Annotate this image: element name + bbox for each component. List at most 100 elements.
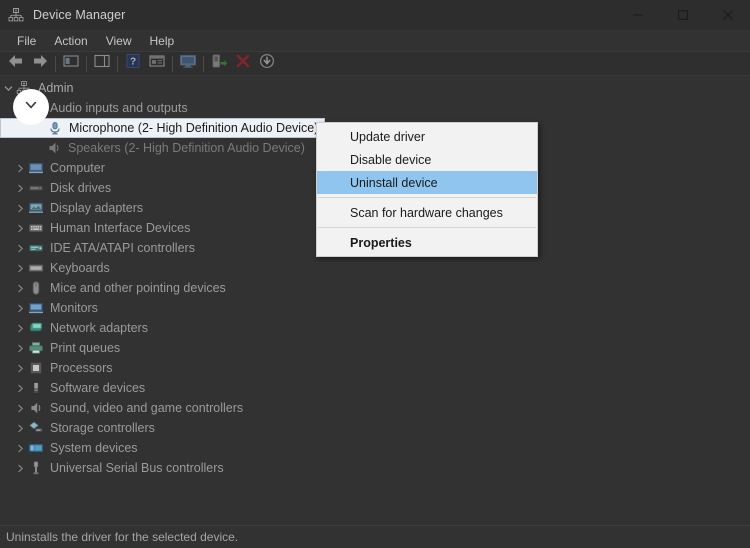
chevron-right-icon[interactable] <box>12 204 28 213</box>
scan-for-hardware-changes-button[interactable] <box>207 53 231 75</box>
tree-row-keyboards[interactable]: Keyboards <box>0 258 750 278</box>
tree-row-microphone[interactable]: Microphone (2- High Definition Audio Dev… <box>0 118 326 138</box>
properties-button[interactable] <box>145 53 169 75</box>
context-menu: Update driver Disable device Uninstall d… <box>316 122 538 257</box>
chevron-down-icon <box>23 97 39 118</box>
tree-label: Software devices <box>50 381 146 395</box>
toolbar-separator <box>203 55 204 72</box>
system-device-icon <box>28 440 44 456</box>
tree-label: Storage controllers <box>50 421 155 435</box>
menu-view[interactable]: View <box>97 32 141 50</box>
scan-hardware-icon <box>210 53 228 74</box>
processor-icon <box>28 360 44 376</box>
chevron-right-icon[interactable] <box>12 164 28 173</box>
device-manager-icon <box>8 7 24 23</box>
tree-row-universal-serial-bus-controllers[interactable]: Universal Serial Bus controllers <box>0 458 750 478</box>
show-hide-action-pane-button[interactable] <box>90 53 114 75</box>
tree-row-sound-video-and-game-controllers[interactable]: Sound, video and game controllers <box>0 398 750 418</box>
properties-window-icon <box>148 53 166 74</box>
toolbar-separator <box>117 55 118 72</box>
chevron-right-icon[interactable] <box>12 264 28 273</box>
chevron-right-icon[interactable] <box>12 364 28 373</box>
tree-label: Speakers (2- High Definition Audio Devic… <box>68 141 305 155</box>
title-bar: Device Manager <box>0 0 750 30</box>
ctx-update-driver[interactable]: Update driver <box>317 125 537 148</box>
uninstall-device-button[interactable] <box>231 53 255 75</box>
tree-row-network-adapters[interactable]: Network adapters <box>0 318 750 338</box>
tree-row-print-queues[interactable]: Print queues <box>0 338 750 358</box>
minimize-button[interactable] <box>615 0 660 30</box>
tree-row-system-devices[interactable]: System devices <box>0 438 750 458</box>
tree-label: Audio inputs and outputs <box>50 101 188 115</box>
close-button[interactable] <box>705 0 750 30</box>
tree-label: Display adapters <box>50 201 144 215</box>
tree-label: Processors <box>50 361 113 375</box>
hid-icon <box>28 220 44 236</box>
keyboard-icon <box>28 260 44 276</box>
monitor-icon <box>178 53 198 74</box>
tree-label: Universal Serial Bus controllers <box>50 461 224 475</box>
chevron-right-icon[interactable] <box>12 244 28 253</box>
tree-row-processors[interactable]: Processors <box>0 358 750 378</box>
show-hide-console-tree-button[interactable] <box>59 53 83 75</box>
ctx-scan-for-hardware-changes[interactable]: Scan for hardware changes <box>317 201 537 224</box>
update-driver-button[interactable] <box>176 53 200 75</box>
chevron-right-icon[interactable] <box>12 464 28 473</box>
chevron-right-icon[interactable] <box>12 404 28 413</box>
chevron-right-icon[interactable] <box>12 184 28 193</box>
tree-row-mice-and-other-pointing-devices[interactable]: Mice and other pointing devices <box>0 278 750 298</box>
chevron-right-icon[interactable] <box>12 384 28 393</box>
chevron-right-icon[interactable] <box>12 444 28 453</box>
back-button[interactable] <box>4 53 28 75</box>
ctx-disable-device[interactable]: Disable device <box>317 148 537 171</box>
monitor-icon <box>28 300 44 316</box>
chevron-right-icon[interactable] <box>12 304 28 313</box>
console-tree-icon <box>62 53 80 74</box>
menu-bar: File Action View Help <box>0 30 750 51</box>
red-x-icon <box>234 53 252 74</box>
disable-device-button[interactable] <box>255 53 279 75</box>
device-manager-window: Device Manager File Action View Help ? A… <box>0 0 750 548</box>
tree-row-storage-controllers[interactable]: Storage controllers <box>0 418 750 438</box>
tree-label: Keyboards <box>50 261 110 275</box>
network-adapter-icon <box>28 320 44 336</box>
chevron-right-icon[interactable] <box>12 424 28 433</box>
context-menu-separator <box>318 197 536 198</box>
window-controls <box>615 0 750 30</box>
storage-controller-icon <box>28 420 44 436</box>
tree-label: Network adapters <box>50 321 148 335</box>
toolbar-separator <box>55 55 56 72</box>
chevron-right-icon[interactable] <box>12 284 28 293</box>
chevron-right-icon[interactable] <box>12 344 28 353</box>
tree-label: System devices <box>50 441 138 455</box>
maximize-button[interactable] <box>660 0 705 30</box>
tree-row-monitors[interactable]: Monitors <box>0 298 750 318</box>
computer-icon <box>28 160 44 176</box>
forward-button[interactable] <box>28 53 52 75</box>
menu-action[interactable]: Action <box>45 32 96 50</box>
tree-row-audio-inputs-and-outputs[interactable]: Audio inputs and outputs <box>0 98 750 118</box>
tree-label: Microphone (2- High Definition Audio Dev… <box>69 121 319 135</box>
ctx-uninstall-device[interactable]: Uninstall device <box>317 171 537 194</box>
tree-label: Print queues <box>50 341 121 355</box>
down-arrow-circle-icon <box>258 53 276 74</box>
help-button[interactable]: ? <box>121 53 145 75</box>
window-title: Device Manager <box>33 8 126 22</box>
disk-drive-icon <box>28 180 44 196</box>
usb-controller-icon <box>28 460 44 476</box>
chevron-right-icon[interactable] <box>12 224 28 233</box>
cursor-highlight <box>13 89 49 125</box>
tree-label: Disk drives <box>50 181 112 195</box>
tree-row-admin[interactable]: Admin <box>0 78 750 98</box>
tree-label: Monitors <box>50 301 98 315</box>
tree-row-software-devices[interactable]: Software devices <box>0 378 750 398</box>
microphone-icon <box>47 120 63 136</box>
menu-file[interactable]: File <box>8 32 45 50</box>
chevron-down-icon[interactable] <box>0 84 16 93</box>
chevron-right-icon[interactable] <box>12 324 28 333</box>
toolbar: ? <box>0 51 750 76</box>
software-device-icon <box>28 380 44 396</box>
ctx-properties[interactable]: Properties <box>317 231 537 254</box>
tree-label: IDE ATA/ATAPI controllers <box>50 241 195 255</box>
menu-help[interactable]: Help <box>141 32 184 50</box>
